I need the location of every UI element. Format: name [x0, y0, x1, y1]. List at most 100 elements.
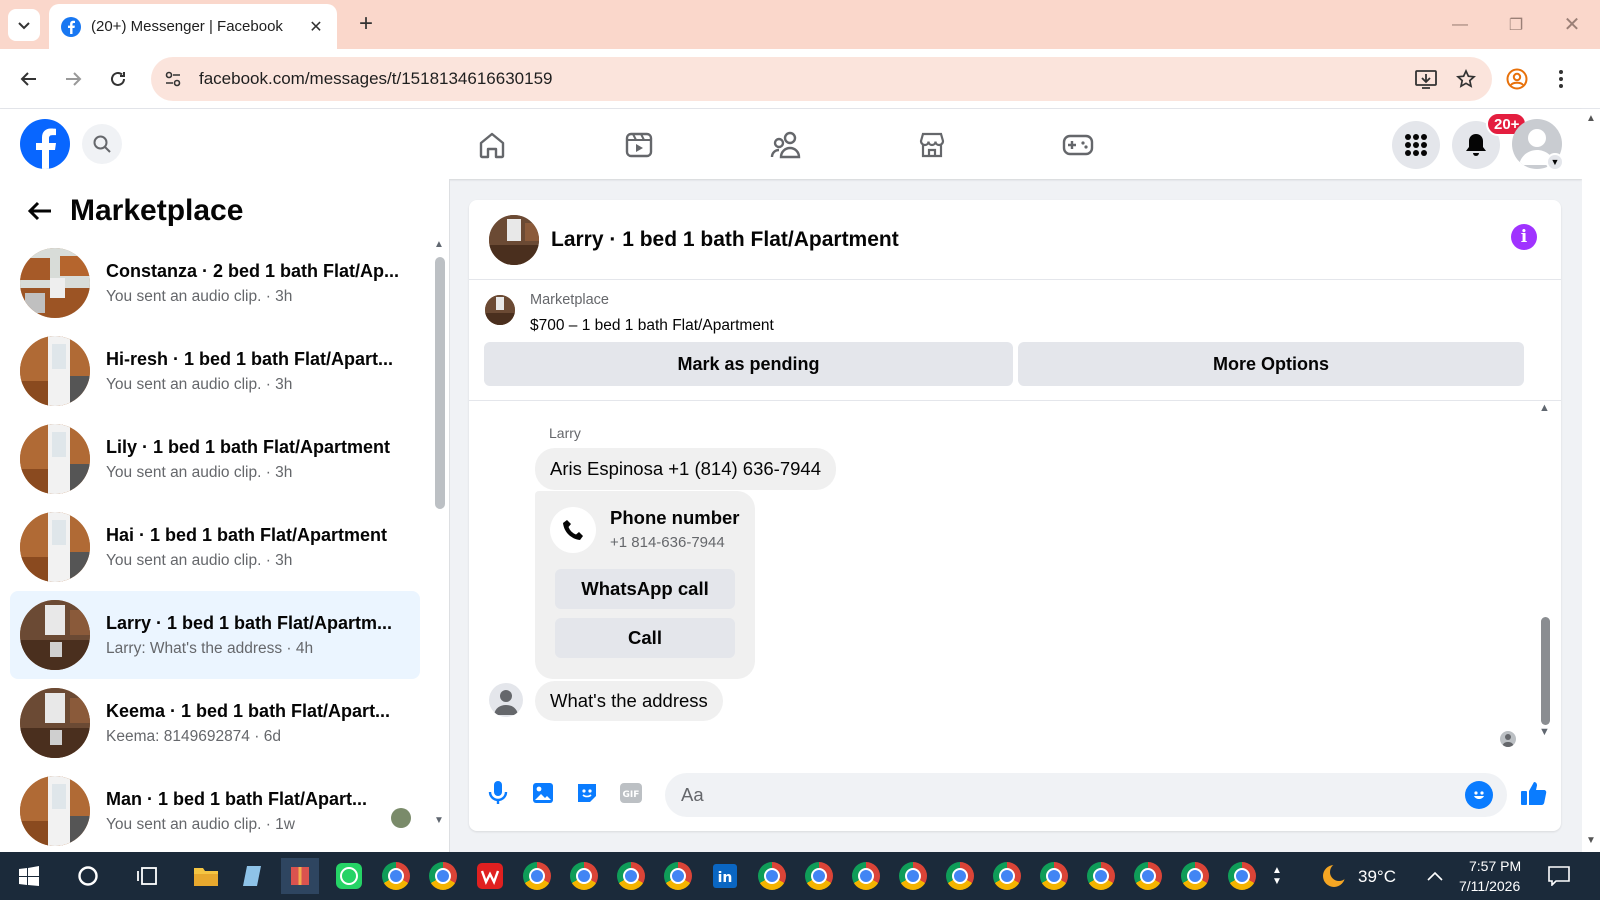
sticker-icon[interactable]: [570, 776, 604, 810]
tab-search-button[interactable]: [8, 9, 40, 41]
url-text[interactable]: facebook.com/messages/t/1518134616630159: [199, 69, 1406, 89]
restore-button[interactable]: ❐: [1488, 0, 1544, 49]
chrome-profile-icon[interactable]: [518, 858, 556, 894]
clock-date[interactable]: 7/11/2026: [1459, 878, 1520, 894]
chrome-profile-icon[interactable]: [847, 858, 885, 894]
browser-tab-messenger[interactable]: (20+) Messenger | Facebook ✕: [49, 4, 337, 49]
conversation-item[interactable]: Hi-resh · 1 bed 1 bath Flat/Apart... You…: [10, 327, 420, 415]
conversation-item[interactable]: Lily · 1 bed 1 bath Flat/Apartment You s…: [10, 415, 420, 503]
install-app-icon[interactable]: [1406, 59, 1446, 99]
photo-attach-icon[interactable]: [526, 776, 560, 810]
chrome-profile-icon[interactable]: [800, 858, 838, 894]
notepad-app-icon[interactable]: [234, 858, 272, 894]
sender-avatar[interactable]: [489, 683, 523, 717]
notification-center-icon[interactable]: [1540, 858, 1578, 894]
weather-moon-icon[interactable]: [1315, 858, 1353, 894]
message-scrollbar[interactable]: ▲ ▼: [1539, 402, 1553, 759]
mark-as-pending-button[interactable]: Mark as pending: [484, 342, 1013, 386]
profile-button[interactable]: [1500, 62, 1534, 96]
chrome-icon[interactable]: [424, 858, 462, 894]
linkedin-icon[interactable]: in: [706, 858, 744, 894]
browser-menu-button[interactable]: [1544, 62, 1578, 96]
scrollbar-thumb[interactable]: [435, 257, 445, 509]
call-button[interactable]: Call: [555, 618, 735, 658]
message-thread: Larry Aris Espinosa +1 (814) 636-7944 Ph…: [469, 402, 1561, 759]
more-options-button[interactable]: More Options: [1018, 342, 1524, 386]
file-explorer-icon[interactable]: [187, 858, 225, 894]
windows-start-icon[interactable]: [10, 858, 48, 894]
tray-chevron-up-icon[interactable]: [1416, 858, 1454, 894]
scroll-up-icon[interactable]: ▲: [434, 239, 444, 250]
nav-gaming[interactable]: [1018, 121, 1138, 169]
listing-thumbnail[interactable]: [485, 295, 515, 325]
chrome-profile-icon[interactable]: [894, 858, 932, 894]
gif-icon[interactable]: GIF: [614, 776, 648, 810]
emoji-icon[interactable]: [1465, 781, 1493, 809]
menu-grid-button[interactable]: [1392, 121, 1440, 169]
conversation-list-scrollbar[interactable]: ▲ ▼: [434, 239, 446, 849]
forward-button[interactable]: [56, 62, 90, 96]
scrollbar-thumb[interactable]: [1541, 617, 1550, 725]
chrome-profile-icon[interactable]: [1082, 858, 1120, 894]
task-view-icon[interactable]: [128, 858, 166, 894]
whatsapp-call-button[interactable]: WhatsApp call: [555, 569, 735, 609]
taskbar-overflow-arrows-icon[interactable]: ▲ ▼: [1266, 858, 1288, 894]
chat-listing-avatar[interactable]: [489, 214, 539, 265]
chrome-profile-icon[interactable]: [565, 858, 603, 894]
wps-office-icon[interactable]: [471, 858, 509, 894]
conversation-item[interactable]: Keema · 1 bed 1 bath Flat/Apart... Keema…: [10, 679, 420, 767]
nav-video[interactable]: [579, 121, 699, 169]
scroll-down-icon[interactable]: ▼: [434, 815, 444, 826]
chrome-profile-icon[interactable]: [988, 858, 1026, 894]
close-tab-icon[interactable]: ✕: [307, 18, 325, 36]
microphone-icon[interactable]: [481, 776, 515, 810]
conversation-item-active[interactable]: Larry · 1 bed 1 bath Flat/Apartm... Larr…: [10, 591, 420, 679]
whatsapp-icon[interactable]: [330, 858, 368, 894]
back-arrow-icon[interactable]: [22, 193, 58, 229]
chrome-profile-icon[interactable]: [659, 858, 697, 894]
facebook-search-button[interactable]: [82, 124, 122, 164]
message-bubble[interactable]: What's the address: [535, 681, 723, 721]
chrome-profile-icon[interactable]: [1223, 858, 1261, 894]
search-circle-icon[interactable]: [69, 858, 107, 894]
minimize-button[interactable]: —: [1432, 0, 1488, 49]
chrome-profile-icon[interactable]: [1176, 858, 1214, 894]
chat-title[interactable]: Larry · 1 bed 1 bath Flat/Apartment: [551, 228, 899, 252]
message-bubble[interactable]: Aris Espinosa +1 (814) 636-7944: [535, 448, 836, 490]
conversation-item[interactable]: Man · 1 bed 1 bath Flat/Apart... You sen…: [10, 767, 420, 855]
page-scrollbar[interactable]: ▲ ▼: [1582, 109, 1600, 852]
chrome-icon[interactable]: [377, 858, 415, 894]
tab-title: (20+) Messenger | Facebook: [91, 18, 283, 35]
conversation-item[interactable]: Hai · 1 bed 1 bath Flat/Apartment You se…: [10, 503, 420, 591]
pinned-app-icon[interactable]: [281, 858, 319, 894]
conversation-item[interactable]: Constanza · 2 bed 1 bath Flat/Ap... You …: [10, 239, 420, 327]
thumbs-up-icon[interactable]: [1517, 776, 1551, 810]
clock-time[interactable]: 7:57 PM: [1469, 858, 1521, 874]
bookmark-star-icon[interactable]: [1446, 59, 1486, 99]
scroll-up-icon[interactable]: ▲: [1539, 402, 1550, 414]
reload-button[interactable]: [101, 62, 135, 96]
chrome-profile-icon[interactable]: [941, 858, 979, 894]
info-icon[interactable]: i: [1511, 224, 1537, 250]
nav-friends[interactable]: [726, 121, 846, 169]
nav-home[interactable]: [432, 121, 552, 169]
chrome-profile-icon[interactable]: [1129, 858, 1167, 894]
facebook-logo-icon[interactable]: [20, 119, 70, 169]
chrome-profile-icon[interactable]: [753, 858, 791, 894]
new-tab-button[interactable]: +: [352, 10, 380, 38]
scroll-down-icon[interactable]: ▼: [1586, 835, 1596, 846]
nav-marketplace[interactable]: [872, 121, 992, 169]
address-bar[interactable]: facebook.com/messages/t/1518134616630159: [151, 57, 1492, 101]
scroll-up-icon[interactable]: ▲: [1586, 113, 1596, 124]
temperature-text[interactable]: 39°C: [1358, 867, 1396, 887]
message-input[interactable]: Aa: [665, 773, 1507, 817]
listing-thumbnail: [20, 248, 90, 318]
chrome-profile-icon[interactable]: [612, 858, 650, 894]
chrome-profile-icon[interactable]: [1035, 858, 1073, 894]
back-button[interactable]: [12, 62, 46, 96]
close-window-button[interactable]: ✕: [1544, 0, 1600, 49]
scroll-down-icon[interactable]: ▼: [1539, 726, 1550, 738]
account-caret-icon[interactable]: ▼: [1546, 153, 1564, 171]
site-info-icon[interactable]: [155, 61, 191, 97]
listing-price-title[interactable]: $700 – 1 bed 1 bath Flat/Apartment: [530, 317, 774, 335]
